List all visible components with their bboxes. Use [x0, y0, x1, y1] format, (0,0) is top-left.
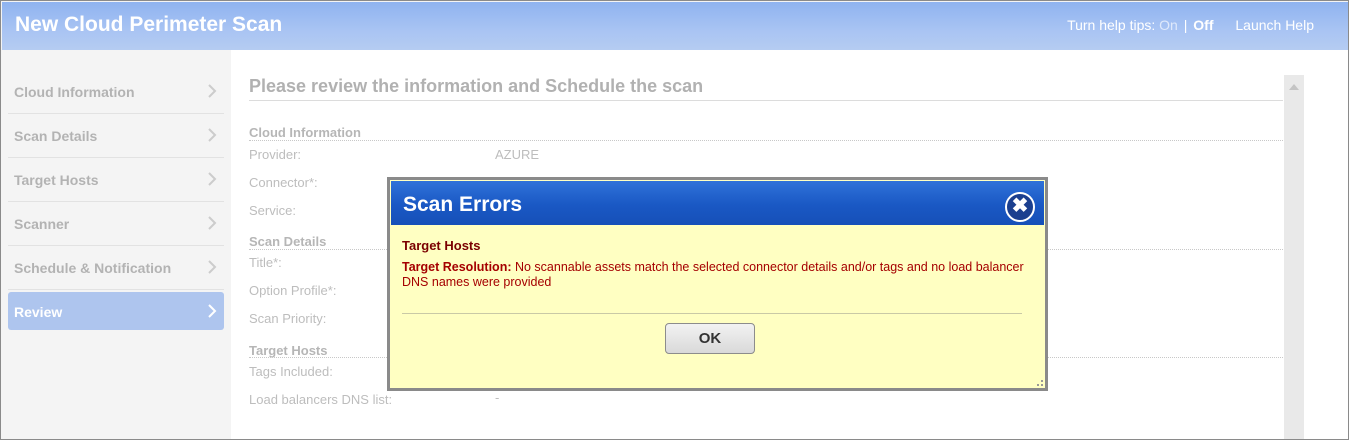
connector-label: Connector*:	[249, 175, 318, 190]
sidebar-item-scan-details[interactable]: Scan Details	[8, 114, 224, 158]
tags-included-label: Tags Included:	[249, 364, 333, 379]
chevron-right-icon	[208, 128, 217, 142]
section-title-scan-details: Scan Details	[249, 234, 327, 249]
sidebar-item-review[interactable]: Review	[8, 292, 224, 330]
chevron-right-icon	[208, 304, 217, 318]
dns-list-value: -	[495, 390, 500, 405]
scan-errors-dialog: Scan Errors ✖ Target Hosts Target Resolu…	[387, 177, 1048, 391]
ok-button[interactable]: OK	[665, 323, 755, 354]
error-message-label: Target Resolution:	[402, 260, 512, 274]
service-label: Service:	[249, 203, 296, 218]
app-window: New Cloud Perimeter Scan Turn help tips:…	[0, 0, 1349, 440]
section-title-cloud-information: Cloud Information	[249, 125, 361, 140]
help-controls: Turn help tips: On | Off Launch Help	[1067, 17, 1314, 33]
sidebar-item-label: Cloud Information	[14, 84, 135, 100]
wizard-sidebar: Cloud Information Scan Details Target Ho…	[2, 70, 224, 330]
title-label: Title*:	[249, 255, 282, 270]
chevron-right-icon	[208, 260, 217, 274]
error-section-title: Target Hosts	[402, 238, 481, 253]
sidebar-item-label: Scan Details	[14, 128, 98, 144]
dns-list-label: Load balancers DNS list:	[249, 392, 393, 407]
vertical-scrollbar[interactable]	[1284, 75, 1304, 439]
resize-grip-icon[interactable]	[1037, 380, 1043, 386]
section-title-target-hosts: Target Hosts	[249, 343, 328, 358]
scan-priority-label: Scan Priority:	[249, 311, 327, 326]
sidebar-item-label: Scanner	[14, 216, 70, 232]
sidebar-item-label: Schedule & Notification	[14, 260, 172, 276]
close-icon[interactable]: ✖	[1005, 192, 1035, 222]
heading-divider	[249, 100, 1283, 101]
sidebar-item-label: Target Hosts	[14, 172, 99, 188]
error-message: Target Resolution: No scannable assets m…	[402, 260, 1032, 290]
page-header: New Cloud Perimeter Scan Turn help tips:…	[2, 2, 1348, 50]
help-tips-on-link[interactable]: On	[1159, 17, 1178, 33]
provider-value: AZURE	[495, 147, 540, 162]
chevron-right-icon	[208, 172, 217, 186]
help-tips-label: Turn help tips:	[1067, 17, 1156, 33]
sidebar-item-schedule-notification[interactable]: Schedule & Notification	[8, 246, 224, 290]
chevron-right-icon	[208, 216, 217, 230]
launch-help-link[interactable]: Launch Help	[1235, 17, 1314, 33]
help-separator: |	[1183, 17, 1188, 33]
option-profile-label: Option Profile*:	[249, 283, 337, 298]
help-tips-off-link[interactable]: Off	[1193, 17, 1213, 33]
dialog-header[interactable]: Scan Errors ✖	[391, 181, 1044, 225]
page-title: New Cloud Perimeter Scan	[15, 13, 283, 36]
dialog-divider	[402, 313, 1022, 314]
scroll-up-arrow-icon[interactable]	[1289, 84, 1299, 90]
provider-label: Provider:	[249, 147, 302, 162]
sidebar-item-scanner[interactable]: Scanner	[8, 202, 224, 246]
review-heading: Please review the information and Schedu…	[249, 76, 704, 96]
sidebar-item-target-hosts[interactable]: Target Hosts	[8, 158, 224, 202]
dialog-title: Scan Errors	[403, 193, 523, 216]
section-divider	[249, 140, 1283, 141]
sidebar-item-cloud-information[interactable]: Cloud Information	[8, 70, 224, 114]
sidebar-item-label: Review	[14, 304, 63, 320]
chevron-right-icon	[208, 84, 217, 98]
